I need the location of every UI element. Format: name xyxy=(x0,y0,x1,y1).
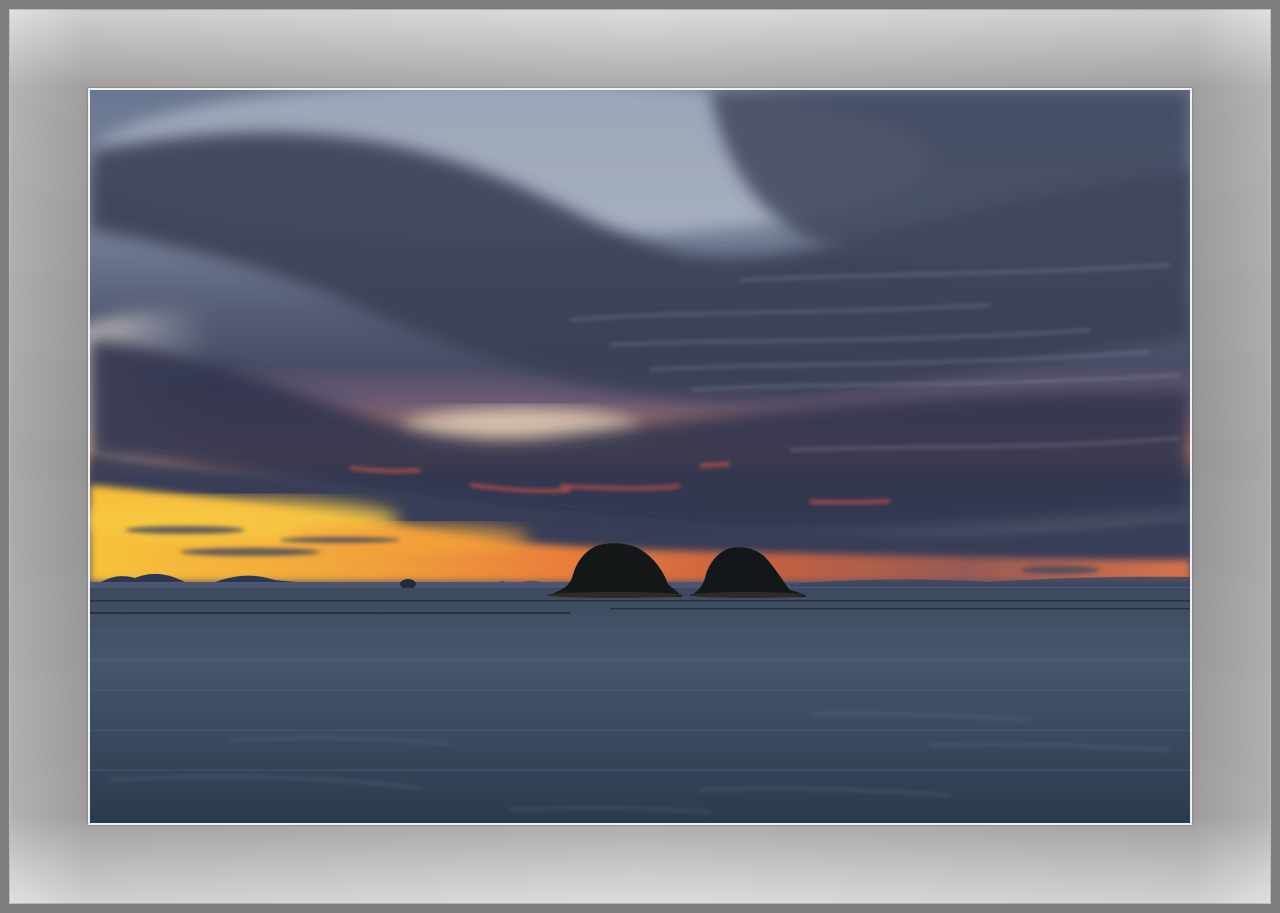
island-right-shore xyxy=(690,592,806,598)
picture-frame xyxy=(0,0,1280,913)
island-left-shore xyxy=(547,592,683,598)
sea xyxy=(90,588,1190,823)
small-islet xyxy=(400,579,416,589)
seascape-photo xyxy=(90,90,1190,823)
